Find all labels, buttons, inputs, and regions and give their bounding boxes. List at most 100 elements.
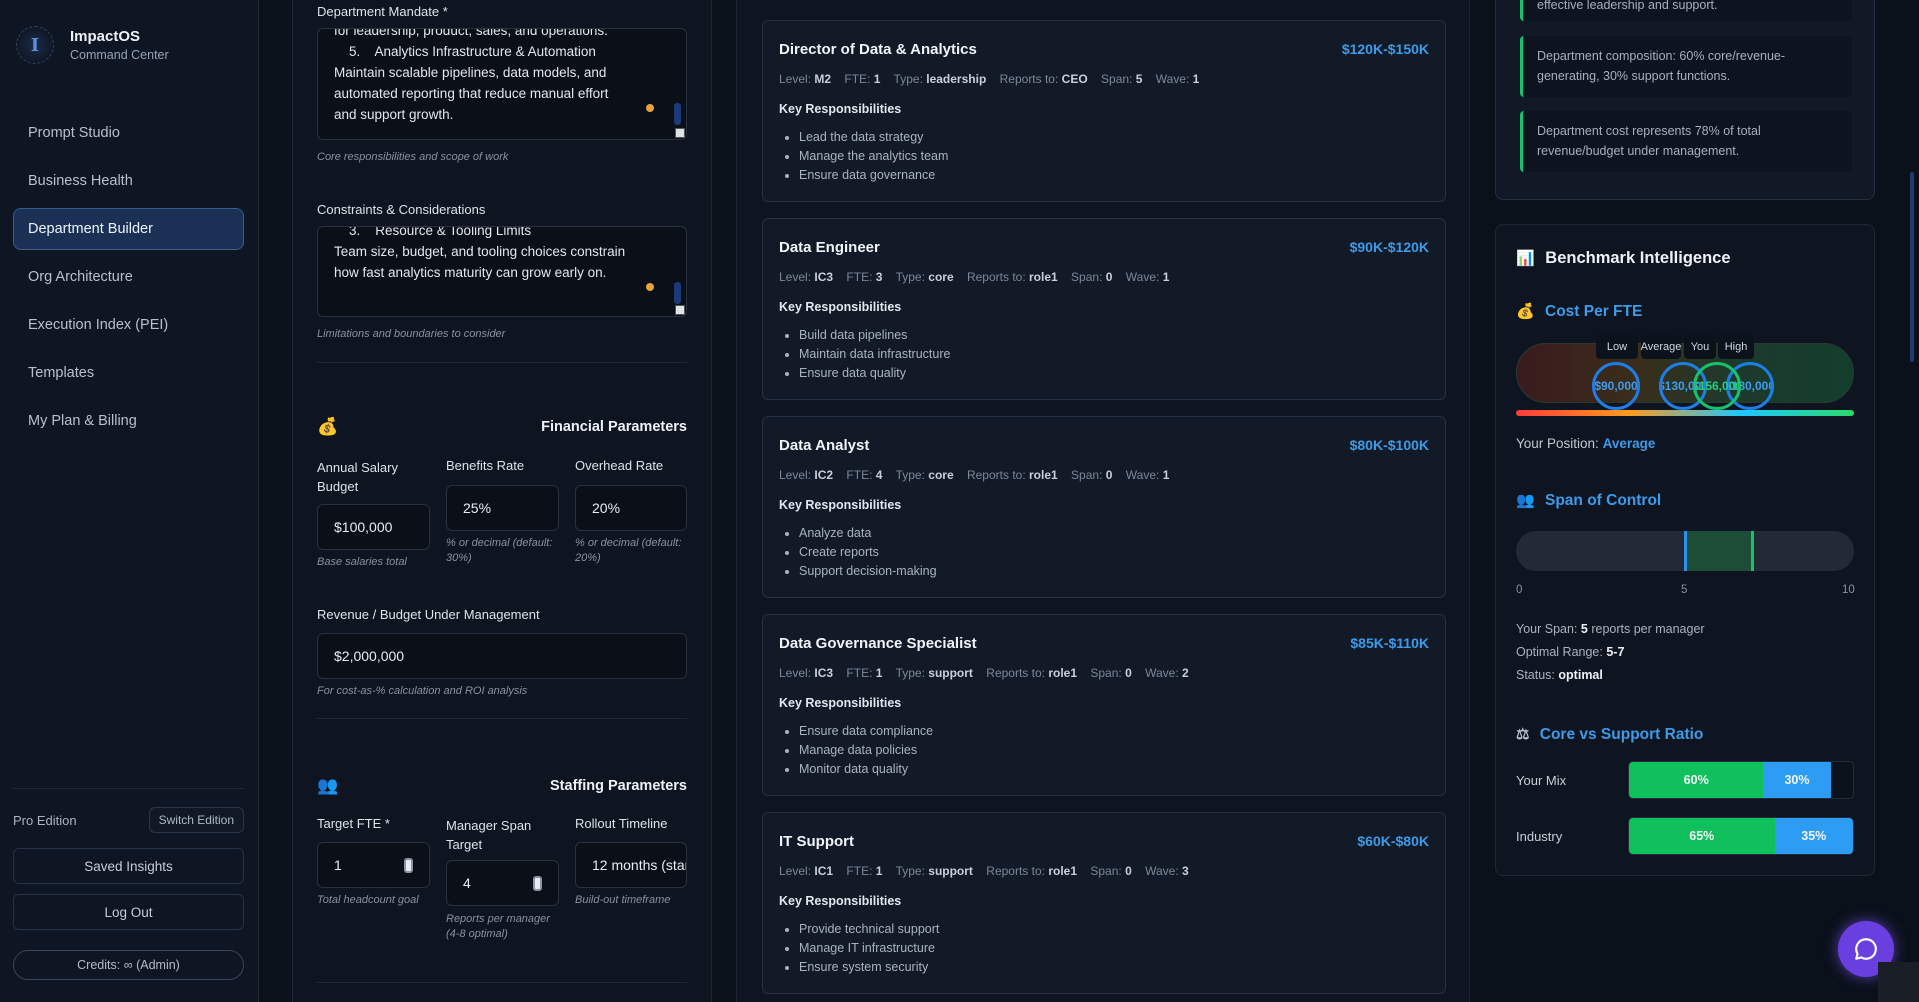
role-reports: role1 bbox=[1048, 864, 1078, 878]
page-scrollbar[interactable] bbox=[1910, 172, 1914, 362]
edition-label: Pro Edition bbox=[13, 812, 77, 828]
nav-item-plan-billing[interactable]: My Plan & Billing bbox=[13, 400, 244, 442]
target-fte-input[interactable]: 1 bbox=[317, 842, 430, 888]
salary-budget-help: Base salaries total bbox=[317, 556, 407, 568]
meta-span-label: Span: bbox=[1090, 864, 1122, 878]
sidebar: I ImpactOS Command Center Prompt Studio … bbox=[0, 0, 259, 1002]
list-item: Provide technical support bbox=[799, 920, 939, 939]
brand[interactable]: I ImpactOS Command Center bbox=[16, 26, 169, 64]
overhead-rate-input[interactable]: 20% bbox=[575, 485, 687, 531]
core-segment: 65% bbox=[1629, 818, 1775, 854]
role-fte: 4 bbox=[875, 468, 883, 482]
meta-wave-label: Wave: bbox=[1155, 72, 1190, 86]
mandate-scrollbar[interactable] bbox=[674, 103, 681, 125]
cost-per-fte-title: 💰 Cost Per FTE bbox=[1516, 302, 1642, 321]
list-item: Manage data policies bbox=[799, 741, 933, 760]
stepper-icon[interactable] bbox=[533, 876, 542, 891]
marker-you[interactable]: $156,000 bbox=[1693, 362, 1741, 410]
rollout-label: Rollout Timeline bbox=[575, 816, 668, 831]
constraints-scrollbar[interactable] bbox=[674, 282, 681, 304]
mandate-textarea[interactable]: for leadership, product, sales, and oper… bbox=[317, 28, 687, 140]
marker-low[interactable]: $90,000 bbox=[1592, 362, 1640, 410]
constraints-textarea[interactable]: 3. Resource & Tooling Limits Team size, … bbox=[317, 226, 687, 317]
role-card[interactable]: Data Engineer $90K-$120K Level: IC3 FTE:… bbox=[762, 218, 1446, 400]
nav-item-org-architecture[interactable]: Org Architecture bbox=[13, 256, 244, 298]
cost-gradient-strip bbox=[1516, 410, 1854, 416]
role-fte: 1 bbox=[873, 72, 881, 86]
meta-fte-label: FTE: bbox=[846, 270, 873, 284]
manager-span-value: 4 bbox=[463, 875, 471, 891]
target-fte-label: Target FTE * bbox=[317, 816, 390, 831]
role-reports: role1 bbox=[1029, 270, 1058, 284]
salary-budget-input[interactable]: $100,000 bbox=[317, 504, 430, 550]
nav-item-templates[interactable]: Templates bbox=[13, 352, 244, 394]
role-wave: 1 bbox=[1162, 270, 1170, 284]
people-icon: 👥 bbox=[317, 776, 339, 795]
revenue-help: For cost-as-% calculation and ROI analys… bbox=[317, 685, 528, 697]
revenue-input[interactable]: $2,000,000 bbox=[317, 633, 687, 679]
span-of-control-text: Span of Control bbox=[1545, 492, 1662, 509]
saved-insights-button[interactable]: Saved Insights bbox=[13, 848, 244, 884]
nav-item-department-builder[interactable]: Department Builder bbox=[13, 208, 244, 250]
target-fte-help: Total headcount goal bbox=[317, 894, 419, 906]
role-title: Data Engineer bbox=[779, 239, 880, 256]
constraints-line: 3. Resource & Tooling Limits bbox=[334, 226, 532, 238]
role-level: IC2 bbox=[814, 468, 834, 482]
resize-grip-icon[interactable] bbox=[675, 128, 685, 138]
list-item: Ensure data quality bbox=[799, 364, 950, 383]
manager-span-input[interactable]: 4 bbox=[446, 860, 559, 906]
role-type: core bbox=[928, 270, 954, 284]
status-value: optimal bbox=[1558, 668, 1603, 682]
meta-reports-label: Reports to: bbox=[966, 270, 1026, 284]
manager-span-help: Reports per manager (4-8 optimal) bbox=[446, 913, 550, 940]
corner-widget bbox=[1878, 962, 1919, 1002]
your-span-marker bbox=[1684, 531, 1687, 571]
list-item: Monitor data quality bbox=[799, 760, 933, 779]
grammar-dot-icon bbox=[646, 104, 654, 112]
role-card[interactable]: Director of Data & Analytics $120K-$150K… bbox=[762, 20, 1446, 202]
role-card[interactable]: Data Analyst $80K-$100K Level: IC2 FTE: … bbox=[762, 416, 1446, 598]
role-fte: 1 bbox=[875, 864, 883, 878]
salary-budget-label: Annual Salary Budget bbox=[317, 460, 398, 494]
position-value: Average bbox=[1602, 436, 1656, 451]
core-support-text: Core vs Support Ratio bbox=[1539, 726, 1704, 743]
meta-type-label: Type: bbox=[893, 72, 923, 86]
nav-item-execution-index[interactable]: Execution Index (PEI) bbox=[13, 304, 244, 346]
role-meta: Level: IC1 FTE: 1 Type: support Reports … bbox=[779, 864, 1189, 878]
your-span-label: Your Span: bbox=[1516, 622, 1578, 636]
logout-button[interactable]: Log Out bbox=[13, 894, 244, 930]
rollout-select[interactable]: 12 months (standard) bbox=[575, 842, 687, 888]
role-card[interactable]: IT Support $60K-$80K Level: IC1 FTE: 1 T… bbox=[762, 812, 1446, 994]
role-reports: role1 bbox=[1029, 468, 1058, 482]
resize-grip-icon[interactable] bbox=[675, 305, 685, 315]
meta-fte-label: FTE: bbox=[846, 864, 873, 878]
nav-item-business-health[interactable]: Business Health bbox=[13, 160, 244, 202]
role-span: 0 bbox=[1105, 270, 1113, 284]
role-salary: $90K-$120K bbox=[1349, 239, 1429, 255]
role-type: support bbox=[928, 666, 973, 680]
benefits-rate-input[interactable]: 25% bbox=[446, 485, 559, 531]
money-bag-icon: 💰 bbox=[317, 417, 339, 436]
mandate-label: Department Mandate * bbox=[317, 4, 448, 19]
insight-item: Department cost represents 78% of total … bbox=[1520, 111, 1852, 172]
meta-level-label: Level: bbox=[779, 72, 812, 86]
meta-wave-label: Wave: bbox=[1125, 468, 1160, 482]
your-span-value: 5 bbox=[1580, 622, 1588, 636]
tag-high: High bbox=[1718, 335, 1754, 359]
span-tick-0: 0 bbox=[1516, 584, 1523, 596]
status-label: Status: bbox=[1516, 668, 1555, 682]
role-reports: role1 bbox=[1048, 666, 1078, 680]
nav-item-prompt-studio[interactable]: Prompt Studio bbox=[13, 112, 244, 154]
role-wave: 2 bbox=[1182, 666, 1189, 680]
switch-edition-button[interactable]: Switch Edition bbox=[148, 807, 244, 833]
stepper-icon[interactable] bbox=[404, 858, 413, 873]
section-divider bbox=[317, 718, 687, 719]
roles-panel: Director of Data & Analytics $120K-$150K… bbox=[736, 0, 1470, 1002]
rollout-help: Build-out timeframe bbox=[575, 894, 671, 906]
department-form-panel: Department Mandate * for leadership, pro… bbox=[292, 0, 712, 1002]
target-fte-value: 1 bbox=[334, 857, 342, 873]
list-item: Ensure data governance bbox=[799, 166, 948, 185]
role-card[interactable]: Data Governance Specialist $85K-$110K Le… bbox=[762, 614, 1446, 796]
role-meta: Level: IC2 FTE: 4 Type: core Reports to:… bbox=[779, 468, 1169, 482]
optimal-range-fill bbox=[1685, 531, 1753, 571]
